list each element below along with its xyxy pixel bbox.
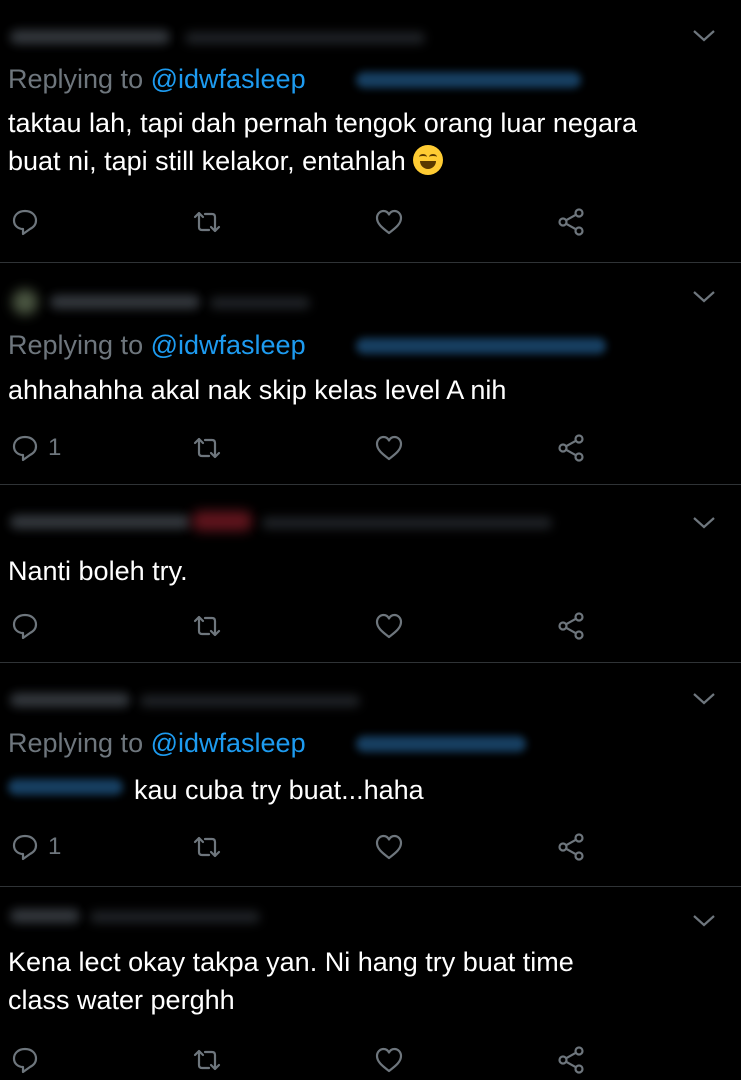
share-icon: [558, 1046, 584, 1074]
author-name-blurred: [10, 693, 130, 707]
tweet-meta-blurred: [262, 517, 552, 529]
replying-to: Replying to @idwfasleep: [8, 728, 306, 759]
retweet-icon: [193, 437, 221, 459]
like-icon: [375, 435, 403, 461]
share-icon: [558, 612, 584, 640]
tweet-1[interactable]: Replying to @idwfasleep taktau lah, tapi…: [0, 0, 741, 262]
like-button[interactable]: [374, 829, 404, 865]
like-button[interactable]: [374, 204, 404, 240]
reply-icon: [12, 1047, 38, 1074]
action-bar: 1: [0, 829, 741, 865]
chevron-down-icon[interactable]: [691, 28, 717, 44]
inline-mention-blurred: [8, 779, 123, 795]
reply-button[interactable]: [10, 204, 48, 240]
mention-link[interactable]: @idwfasleep: [151, 64, 306, 94]
replying-to-label: Replying to: [8, 728, 151, 758]
tweet-text: Nanti boleh try.: [8, 552, 721, 590]
tweet-5[interactable]: Kena lect okay takpa yan. Ni hang try bu…: [0, 887, 741, 1080]
tweet-text-line: ahhahahha akal nak skip kelas level A ni…: [8, 375, 507, 405]
share-button[interactable]: [556, 204, 586, 240]
like-icon: [375, 834, 403, 860]
share-icon: [558, 833, 584, 861]
share-button[interactable]: [556, 1042, 586, 1078]
tweet-meta-blurred: [90, 911, 260, 923]
tweet-text: Kena lect okay takpa yan. Ni hang try bu…: [8, 943, 721, 1019]
mention-link[interactable]: @idwfasleep: [151, 330, 306, 360]
reply-icon: [12, 435, 38, 462]
mention-extra-blurred: [356, 338, 606, 354]
reply-icon: [12, 834, 38, 861]
reply-button[interactable]: [10, 1042, 48, 1078]
tweet-3[interactable]: Nanti boleh try.: [0, 485, 741, 661]
retweet-icon: [193, 1049, 221, 1071]
face-with-tears-of-joy-icon: [413, 145, 444, 175]
share-button[interactable]: [556, 430, 586, 466]
like-button[interactable]: [374, 1042, 404, 1078]
tweet-text: taktau lah, tapi dah pernah tengok orang…: [8, 104, 721, 180]
like-icon: [375, 1047, 403, 1073]
reply-button[interactable]: 1: [10, 430, 61, 466]
reply-count: 1: [48, 833, 62, 860]
tweet-text-line-2: buat ni, tapi still kelakor, entahlah: [8, 142, 721, 180]
tweet-meta-blurred: [185, 32, 425, 44]
author-name-blurred: [10, 909, 80, 923]
action-bar: [0, 1042, 741, 1078]
like-button[interactable]: [374, 430, 404, 466]
retweet-button[interactable]: [192, 204, 222, 240]
share-icon: [558, 434, 584, 462]
tweet-4[interactable]: Replying to @idwfasleep kau cuba try bua…: [0, 663, 741, 885]
action-bar: 1: [0, 430, 741, 466]
tweet-text-line: taktau lah, tapi dah pernah tengok orang…: [8, 108, 637, 138]
tweet-meta-blurred: [210, 297, 310, 309]
tweet-text: ahhahahha akal nak skip kelas level A ni…: [8, 371, 721, 409]
like-button[interactable]: [374, 608, 404, 644]
replying-to-label: Replying to: [8, 330, 151, 360]
action-bar: [0, 204, 741, 240]
chevron-down-icon[interactable]: [691, 691, 717, 707]
replying-to-label: Replying to: [8, 64, 151, 94]
tweet-text-line: Nanti boleh try.: [8, 556, 188, 586]
mention-extra-blurred: [356, 72, 581, 88]
tweet-text-line: kau cuba try buat...haha: [134, 775, 424, 805]
flag-emoji-blurred: [192, 511, 252, 531]
avatar: [12, 289, 38, 315]
tweet-text: kau cuba try buat...haha: [134, 771, 721, 809]
reply-icon: [12, 613, 38, 640]
reply-icon: [12, 209, 38, 236]
author-name-blurred: [50, 295, 200, 309]
replying-to: Replying to @idwfasleep: [8, 64, 306, 95]
action-bar: [0, 608, 741, 644]
retweet-icon: [193, 836, 221, 858]
tweet-text-line: Kena lect okay takpa yan. Ni hang try bu…: [8, 947, 574, 977]
tweet-text-line-2: class water perghh: [8, 985, 235, 1015]
chevron-down-icon[interactable]: [691, 913, 717, 929]
like-icon: [375, 209, 403, 235]
retweet-button[interactable]: [192, 608, 222, 644]
retweet-icon: [193, 211, 221, 233]
reply-button[interactable]: 1: [10, 829, 61, 865]
share-button[interactable]: [556, 608, 586, 644]
author-name-blurred: [10, 515, 190, 529]
retweet-button[interactable]: [192, 1042, 222, 1078]
reply-button[interactable]: [10, 608, 48, 644]
mention-link[interactable]: @idwfasleep: [151, 728, 306, 758]
retweet-icon: [193, 615, 221, 637]
like-icon: [375, 613, 403, 639]
retweet-button[interactable]: [192, 430, 222, 466]
replying-to: Replying to @idwfasleep: [8, 330, 306, 361]
share-icon: [558, 208, 584, 236]
chevron-down-icon[interactable]: [691, 289, 717, 305]
retweet-button[interactable]: [192, 829, 222, 865]
mention-extra-blurred: [356, 736, 526, 752]
share-button[interactable]: [556, 829, 586, 865]
reply-count: 1: [48, 434, 62, 461]
author-name-blurred: [10, 30, 170, 44]
tweet-2[interactable]: Replying to @idwfasleep ahhahahha akal n…: [0, 263, 741, 483]
chevron-down-icon[interactable]: [691, 515, 717, 531]
tweet-meta-blurred: [140, 695, 360, 707]
